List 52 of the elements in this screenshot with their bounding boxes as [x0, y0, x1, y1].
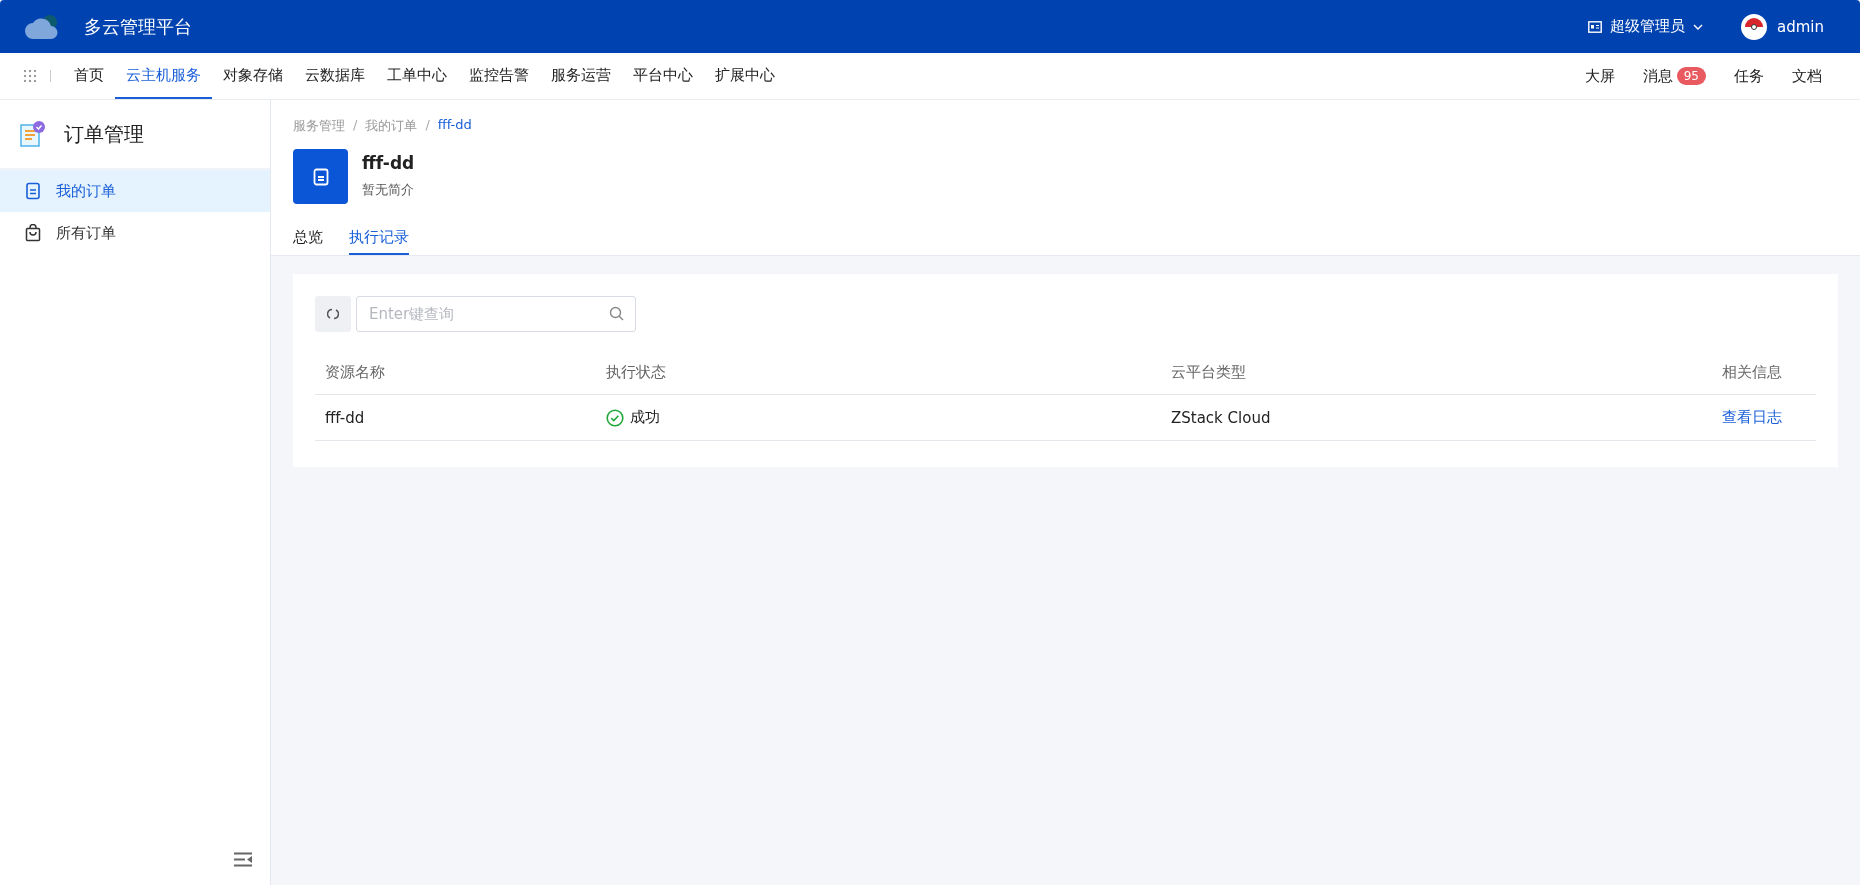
status-label: 成功 — [630, 408, 660, 427]
user-name[interactable]: admin — [1777, 17, 1824, 36]
nav-tab[interactable]: 对象存储 — [212, 53, 294, 99]
shopping-bag-icon — [24, 224, 42, 242]
avatar-icon[interactable] — [1741, 13, 1767, 40]
app-title: 多云管理平台 — [84, 14, 193, 39]
nav-tab[interactable]: 首页 — [63, 53, 115, 99]
nav-tab[interactable]: 扩展中心 — [704, 53, 786, 99]
nav-tab[interactable]: 服务运营 — [540, 53, 622, 99]
column-header: 云平台类型 — [1171, 362, 1247, 382]
refresh-icon — [327, 308, 339, 320]
nav-tab[interactable]: 工单中心 — [376, 53, 458, 99]
role-dropdown[interactable]: 超级管理员 — [1582, 16, 1709, 37]
search-icon — [609, 306, 624, 321]
breadcrumb-link[interactable]: fff-dd — [437, 117, 472, 135]
header-link[interactable]: 大屏 — [1570, 53, 1629, 99]
breadcrumb-separator: / — [425, 117, 430, 134]
search-field[interactable]: Enter键查询 — [356, 296, 636, 332]
collapse-menu-icon[interactable] — [234, 852, 252, 867]
column-header: 相关信息 — [1722, 362, 1782, 382]
chevron-down-icon — [1693, 23, 1703, 30]
link-label[interactable]: 大屏 — [1584, 66, 1615, 86]
page-tab[interactable]: 总览 — [293, 228, 323, 255]
header-link[interactable]: 消息 95 — [1628, 53, 1720, 99]
id-card-icon — [1588, 20, 1602, 33]
count-badge: 95 — [1676, 67, 1706, 85]
table-cell-text: fff-dd — [325, 408, 366, 427]
table-cell-text: ZStack Cloud — [1171, 408, 1272, 427]
sidebar-title: 订单管理 — [64, 120, 144, 148]
sidebar-item[interactable]: 我的订单 — [0, 170, 270, 212]
nav-tab[interactable]: 平台中心 — [622, 53, 704, 99]
resource-description: 暂无简介 — [362, 181, 415, 199]
nav-tab[interactable]: 监控告警 — [458, 53, 540, 99]
page-tab[interactable]: 执行记录 — [349, 228, 409, 255]
breadcrumb-separator: / — [353, 117, 358, 134]
app-grid-icon[interactable] — [24, 70, 36, 82]
sidebar-item[interactable]: 所有订单 — [0, 212, 270, 254]
link-label[interactable]: 任务 — [1734, 66, 1764, 86]
link-label[interactable]: 消息 — [1642, 66, 1673, 86]
column-header: 执行状态 — [606, 362, 667, 382]
header-link[interactable]: 任务 — [1720, 53, 1778, 99]
link-label[interactable]: 文档 — [1792, 66, 1822, 86]
cloud-logo-icon — [24, 12, 60, 41]
column-header: 资源名称 — [325, 362, 386, 382]
document-tile-icon — [293, 149, 348, 204]
view-log-link[interactable]: 查看日志 — [1722, 408, 1782, 427]
refresh-button[interactable] — [315, 296, 351, 332]
header-link[interactable]: 文档 — [1778, 53, 1836, 99]
nav-tab[interactable]: 云数据库 — [294, 53, 376, 99]
resource-name: fff-dd — [362, 153, 415, 173]
order-list-icon — [20, 120, 46, 148]
document-icon — [24, 182, 42, 200]
